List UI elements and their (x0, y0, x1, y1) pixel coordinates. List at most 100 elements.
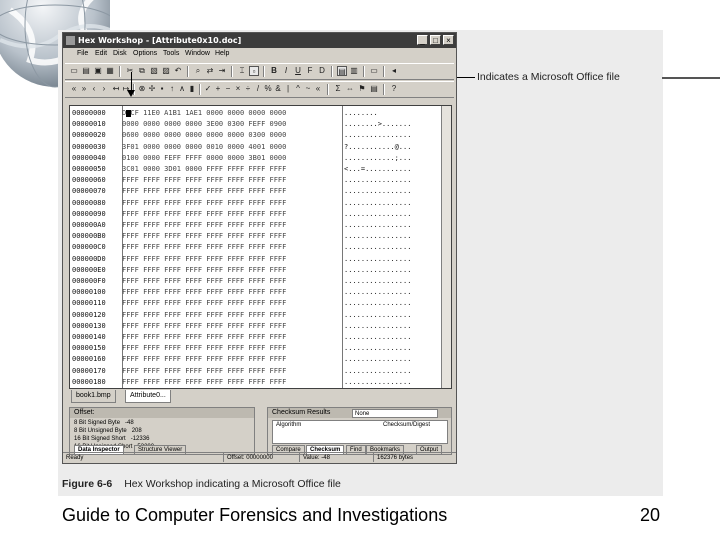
row-ascii: ................ (344, 243, 412, 252)
print-icon[interactable]: ▦ (105, 66, 115, 76)
toolbar-operations: « » ‹ › ↤ ↦ ⊗ ✢ ▪ ↑ ∧ ▮ ✓ + − × ÷ / % & … (65, 81, 454, 98)
vertical-scrollbar[interactable] (441, 106, 451, 388)
plus-icon[interactable]: + (213, 84, 223, 94)
cursor-mode-icon[interactable]: ⌶ (237, 66, 247, 76)
row-ascii: <...=........... (344, 165, 412, 173)
row-ascii: ................ (344, 221, 412, 229)
row-hex-bytes: FFFF FFFF FFFF FFFF FFFF FFFF FFFF FFFF (122, 254, 287, 263)
new-file-icon[interactable]: ▭ (69, 66, 79, 76)
checksum-select[interactable]: None (352, 409, 438, 418)
row-offset: 00000150 (72, 344, 106, 353)
row-ascii: ................ (344, 176, 412, 185)
shift-left-icon[interactable]: ↤ (111, 84, 121, 94)
row-hex-bytes: FFFF FFFF FFFF FFFF FFFF FFFF FFFF FFFF (122, 366, 287, 375)
page-number: 20 (640, 505, 661, 525)
format-f-button[interactable]: F (305, 66, 315, 76)
row-hex-bytes: FFFF FFFF FFFF FFFF FFFF FFFF FFFF FFFF (122, 310, 287, 319)
row-hex-bytes: FFFF FFFF FFFF FFFF FFFF FFFF FFFF FFFF (122, 265, 287, 274)
shift-bits-icon[interactable]: « (313, 84, 323, 94)
divide-icon[interactable]: ÷ (243, 84, 253, 94)
ascii-divider (342, 106, 343, 388)
row-ascii: ........ (344, 109, 378, 117)
inspector-row[interactable]: 8 Bit Unsigned Byte 208 (74, 427, 142, 435)
format-underline-button[interactable]: U (293, 66, 303, 76)
hex-editor-pane[interactable]: 00000000 D0CF 11E0 A1B1 1AE1 0000 0000 00… (69, 105, 452, 389)
tab-book1[interactable]: book1.bmp (71, 390, 116, 403)
format-d-button[interactable]: D (317, 66, 327, 76)
operation-icon[interactable]: ⊗ (137, 84, 147, 94)
insert-icon[interactable]: ✢ (147, 84, 157, 94)
view-char-icon[interactable]: ▥ (349, 66, 359, 76)
goto-icon[interactable]: ⇥ (217, 66, 227, 76)
tab-attribute[interactable]: Attribute0... (125, 390, 171, 403)
open-file-icon[interactable]: ▤ (81, 66, 91, 76)
checkmark-icon[interactable]: ✓ (203, 84, 213, 94)
structure-icon[interactable]: ▤ (369, 84, 379, 94)
multiply-icon[interactable]: × (233, 84, 243, 94)
paste-special-icon[interactable]: ▨ (161, 66, 171, 76)
find-icon[interactable]: ⌕ (193, 66, 203, 76)
fill-icon[interactable]: ▮ (187, 84, 197, 94)
view-hex-icon[interactable]: ▤ (337, 66, 347, 76)
save-icon[interactable]: ▣ (93, 66, 103, 76)
compare-icon[interactable]: ⇔ (345, 84, 355, 94)
move-first-icon[interactable]: « (69, 84, 79, 94)
menu-edit[interactable]: Edit (95, 48, 107, 60)
modulo-icon[interactable]: % (263, 84, 273, 94)
inspector-row[interactable]: 16 Bit Signed Short -12336 (74, 435, 149, 443)
slash-icon[interactable]: / (253, 84, 263, 94)
step-forward-icon[interactable]: › (99, 84, 109, 94)
row-offset: 00000120 (72, 310, 106, 319)
bookmark-icon[interactable]: ⚑ (357, 84, 367, 94)
xor-icon[interactable]: ^ (293, 84, 303, 94)
paste-icon[interactable]: ▧ (149, 66, 159, 76)
menu-tools[interactable]: Tools (163, 48, 179, 60)
row-offset: 00000160 (72, 355, 106, 364)
cut-icon[interactable]: ✂ (125, 66, 135, 76)
figure-caption: Figure 6-6 Hex Workshop indicating a Micr… (62, 478, 341, 490)
and-icon[interactable]: & (273, 84, 283, 94)
hex-workshop-window: Hex Workshop - [Attribute0x10.doc] _ □ ×… (62, 32, 457, 464)
undo-icon[interactable]: ↶ (173, 66, 183, 76)
maximize-button[interactable]: □ (430, 35, 441, 45)
row-offset: 000000D0 (72, 254, 106, 263)
menu-help[interactable]: Help (215, 48, 229, 60)
minus-icon[interactable]: − (223, 84, 233, 94)
column-checksum: Checksum/Digest (383, 422, 431, 428)
up-arrow-icon[interactable]: ↑ (167, 84, 177, 94)
select-mode-icon[interactable]: ▫ (249, 66, 259, 76)
row-ascii: ................ (344, 131, 412, 140)
or-icon[interactable]: | (283, 84, 293, 94)
format-italic-button[interactable]: I (281, 66, 291, 76)
checksum-icon[interactable]: Σ (333, 84, 343, 94)
inspector-row[interactable]: 8 Bit Signed Byte -48 (74, 419, 134, 427)
format-bold-button[interactable]: B (269, 66, 279, 76)
close-button[interactable]: × (443, 35, 454, 45)
row-hex-bytes: FFFF FFFF FFFF FFFF FFFF FFFF FFFF FFFF (122, 176, 287, 185)
menu-options[interactable]: Options (133, 48, 157, 60)
prev-icon[interactable]: ◂ (389, 66, 399, 76)
window-icon[interactable]: ▭ (369, 66, 379, 76)
not-icon[interactable]: ~ (303, 84, 313, 94)
row-offset: 00000010 (72, 120, 106, 129)
caret-icon[interactable]: ∧ (177, 84, 187, 94)
callout-leader-line (457, 77, 475, 78)
step-back-icon[interactable]: ‹ (89, 84, 99, 94)
menu-window[interactable]: Window (185, 48, 210, 60)
row-ascii: ............;... (344, 153, 412, 162)
row-hex-bytes: 0100 0000 FEFF FFFF 0000 0000 3B01 0000 (122, 153, 287, 162)
block-icon[interactable]: ▪ (157, 84, 167, 94)
replace-icon[interactable]: ⇄ (205, 66, 215, 76)
menu-file[interactable]: File (77, 48, 88, 60)
row-ascii: ........>....... (344, 120, 412, 129)
row-ascii: ?...........@... (344, 142, 412, 151)
copy-icon[interactable]: ⧉ (137, 66, 147, 76)
help-icon[interactable]: ? (389, 84, 399, 94)
row-offset: 00000130 (72, 321, 106, 330)
menu-disk[interactable]: Disk (113, 48, 127, 60)
move-last-icon[interactable]: » (79, 84, 89, 94)
callout-text: Indicates a Microsoft Office file (477, 71, 620, 83)
row-ascii: ................ (344, 299, 412, 308)
minimize-button[interactable]: _ (417, 35, 428, 45)
row-ascii: ................ (344, 277, 412, 285)
